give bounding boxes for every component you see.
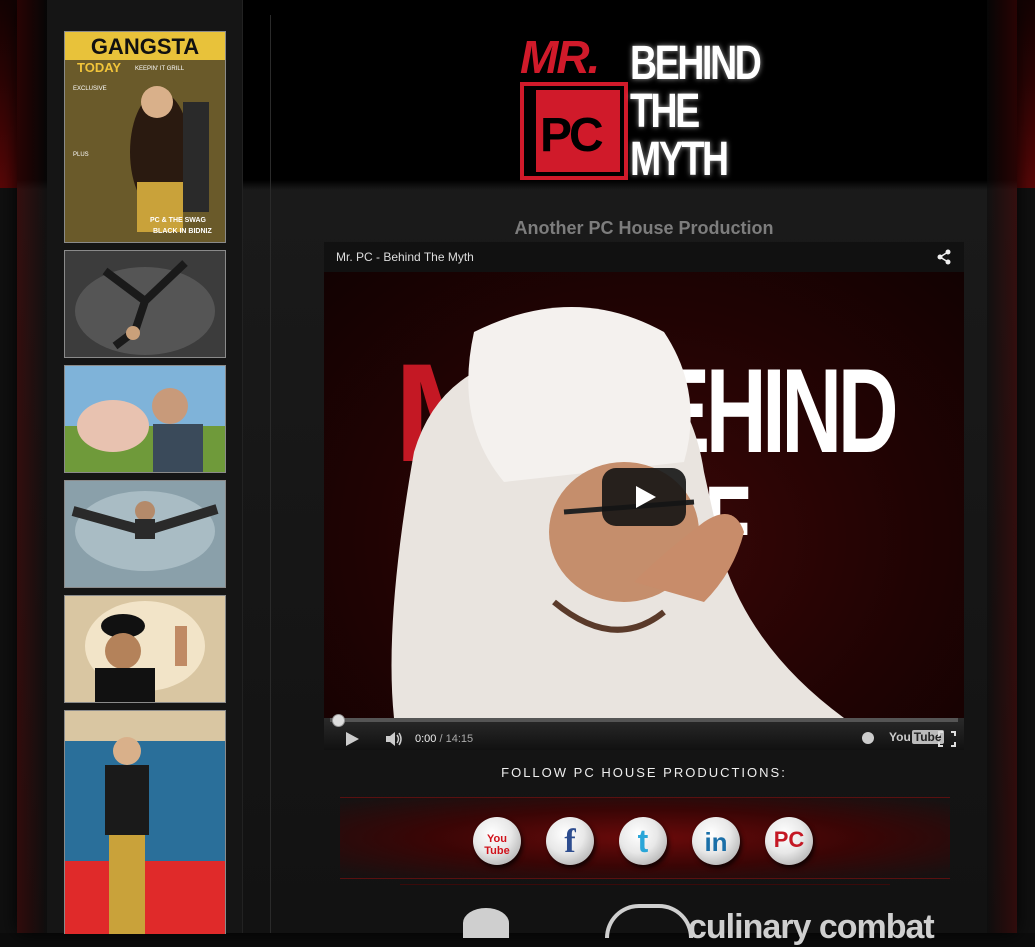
linkedin-social-button[interactable]: in — [692, 817, 740, 865]
production-title: Another PC House Production — [514, 218, 774, 238]
photo-thumb-red-carpet[interactable] — [64, 710, 226, 934]
magazine-subtitle: TODAY — [77, 60, 121, 75]
progress-handle[interactable] — [332, 714, 345, 727]
progress-bar[interactable] — [330, 714, 958, 727]
youtube-logo[interactable]: You Tube — [889, 730, 944, 744]
photo-thumb-splits[interactable] — [64, 480, 226, 588]
watch-later-icon[interactable] — [862, 732, 874, 744]
man-jumping-image — [65, 481, 225, 587]
man-in-bowler-hat-image — [65, 596, 225, 702]
video-title[interactable]: Mr. PC - Behind The Myth — [336, 250, 474, 264]
logo-mr: MR. — [520, 31, 600, 83]
magazine-cover-image: GANGSTA TODAY KEEPIN' IT GRILL EXCLUSIVE… — [65, 32, 225, 242]
frame-left-glow — [17, 0, 47, 933]
photo-thumb-breakdancer[interactable] — [64, 250, 226, 358]
video-player[interactable]: Mr. PC - Behind The Myth M EHIND F — [324, 242, 964, 750]
man-on-red-carpet-image — [65, 711, 225, 934]
sponsor-divider — [400, 884, 890, 885]
share-icon[interactable] — [936, 249, 952, 265]
volume-icon[interactable] — [384, 731, 404, 747]
magazine-cover-thumb[interactable]: GANGSTA TODAY KEEPIN' IT GRILL EXCLUSIVE… — [64, 31, 226, 243]
frame-right-glow — [987, 0, 1017, 933]
video-title-bar: Mr. PC - Behind The Myth — [324, 242, 964, 272]
duration: 14:15 — [445, 733, 474, 745]
twitter-social-button[interactable]: t — [619, 817, 667, 865]
video-controls: 0:00 / 14:15 You Tube — [324, 714, 964, 750]
sidebar-divider — [270, 15, 271, 933]
youtube-icon: You Tube — [484, 833, 510, 857]
photo-thumb-pig[interactable] — [64, 365, 226, 473]
play-button[interactable] — [602, 468, 686, 526]
logo-behind: BEHIND — [630, 37, 762, 90]
magazine-cover-line: PC & THE SWAG — [150, 217, 207, 224]
twitter-icon: t — [637, 823, 649, 859]
magazine-tag: KEEPIN' IT GRILL — [135, 66, 185, 72]
magazine-title: GANGSTA — [91, 34, 199, 59]
linkedin-icon: in — [704, 827, 728, 857]
photo-thumb-bowler[interactable] — [64, 595, 226, 703]
pc-house-icon: PC — [773, 827, 805, 852]
mr-pc-logo: MR. PC BEHIND THE MYTH — [518, 30, 778, 190]
play-icon — [636, 486, 656, 508]
facebook-social-button[interactable]: f — [546, 817, 594, 865]
logo-pc: PC — [540, 109, 604, 162]
youtube-logo-you: You — [889, 730, 911, 744]
breakdancer-image — [65, 251, 225, 357]
magazine-exclusive: EXCLUSIVE — [73, 86, 107, 92]
current-time: 0:00 — [415, 733, 437, 745]
pc-house-social-button[interactable]: PC — [765, 817, 813, 865]
facebook-icon: f — [564, 823, 576, 860]
magazine-plus: PLUS — [73, 152, 89, 158]
chef-hat-icon[interactable] — [463, 908, 509, 938]
time-display: 0:00 / 14:15 — [415, 733, 474, 745]
fullscreen-icon[interactable] — [938, 731, 956, 747]
logo-myth: MYTH — [630, 133, 729, 186]
control-play-icon[interactable] — [346, 732, 359, 746]
logo-the: THE — [630, 85, 700, 138]
magazine-cover-line2: BLACK IN BIDNIZ — [153, 228, 212, 235]
culinary-combat-logo[interactable]: culinary combat — [688, 908, 935, 947]
follow-title: FOLLOW PC HOUSE PRODUCTIONS: — [501, 765, 787, 780]
man-with-pig-image — [65, 366, 225, 472]
youtube-social-button[interactable]: You Tube — [473, 817, 521, 865]
